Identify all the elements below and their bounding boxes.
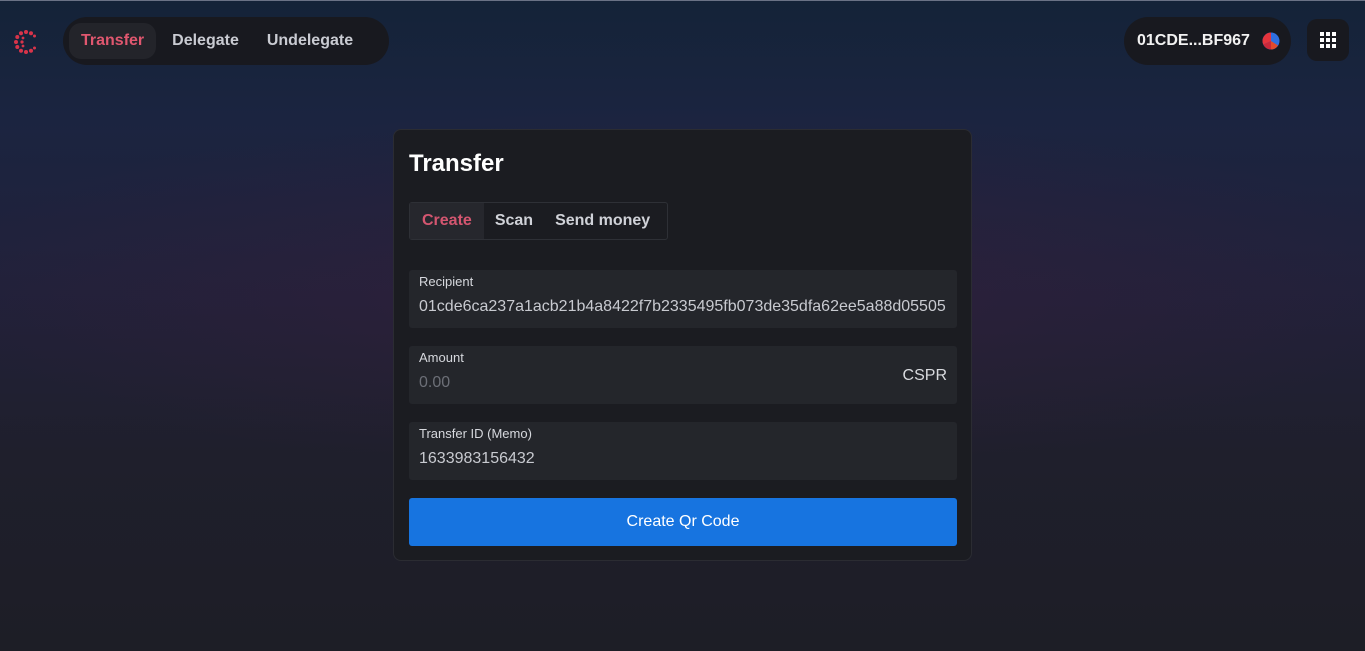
amount-field: Amount CSPR	[409, 346, 957, 404]
recipient-label: Recipient	[419, 274, 474, 289]
create-qr-code-button[interactable]: Create Qr Code	[409, 498, 957, 546]
amount-label: Amount	[419, 350, 464, 365]
tab-send-money[interactable]: Send money	[544, 203, 661, 239]
recipient-field: Recipient	[409, 270, 957, 328]
transfer-card: Transfer Create Scan Send money Recipien…	[393, 129, 972, 561]
nav-item-delegate[interactable]: Delegate	[160, 23, 251, 59]
apps-grid-icon	[1320, 32, 1336, 48]
transfer-tabs: Create Scan Send money	[409, 202, 668, 240]
memo-input[interactable]	[419, 450, 949, 468]
window-top-border	[0, 0, 1365, 1]
apps-menu-button[interactable]	[1307, 19, 1349, 61]
tab-scan[interactable]: Scan	[484, 203, 544, 239]
memo-label: Transfer ID (Memo)	[419, 426, 532, 441]
nav-item-undelegate[interactable]: Undelegate	[255, 23, 365, 59]
casper-logo-icon[interactable]	[13, 29, 39, 55]
recipient-input[interactable]	[419, 298, 949, 316]
nav-item-transfer[interactable]: Transfer	[69, 23, 157, 59]
account-button[interactable]: 01CDE...BF967	[1124, 17, 1291, 65]
amount-input[interactable]	[419, 374, 879, 392]
main-nav: Transfer Delegate Undelegate	[63, 17, 389, 65]
tab-create[interactable]: Create	[410, 203, 484, 239]
account-key-label: 01CDE...BF967	[1137, 32, 1250, 49]
amount-unit: CSPR	[902, 367, 947, 384]
memo-field: Transfer ID (Memo)	[409, 422, 957, 480]
card-title: Transfer	[409, 150, 504, 177]
account-avatar-icon	[1262, 32, 1280, 50]
